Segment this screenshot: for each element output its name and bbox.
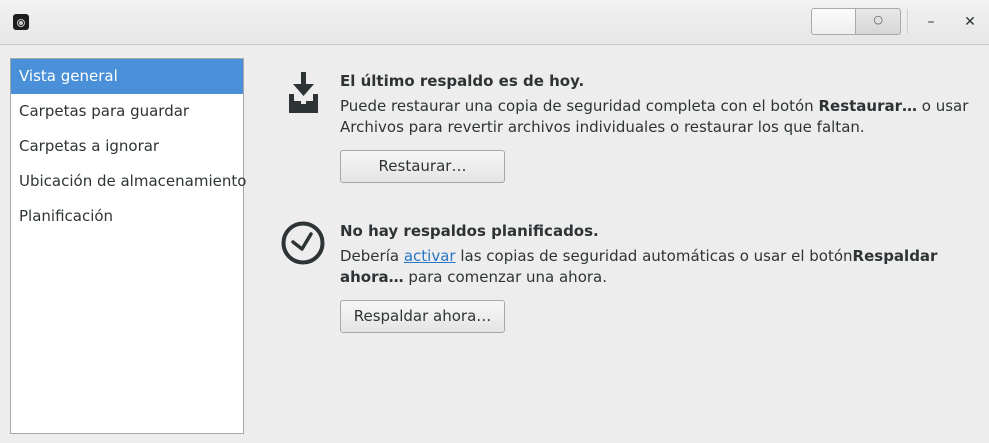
backup-now-button[interactable]: Respaldar ahora…	[340, 300, 505, 333]
header-separator	[907, 9, 908, 34]
minimize-icon: –	[927, 14, 935, 30]
schedule-title: No hay respaldos planificados.	[340, 222, 599, 240]
header-bar: ○ – ✕	[0, 0, 989, 45]
app-icon	[13, 14, 29, 30]
restore-button[interactable]: Restaurar…	[340, 150, 505, 183]
restore-desc-text: Puede restaurar una copia de seguridad c…	[340, 97, 819, 115]
sidebar-item-scheduling[interactable]: Planificación	[11, 199, 243, 234]
download-to-tray-icon	[289, 72, 318, 113]
restore-description: Puede restaurar una copia de seguridad c…	[340, 96, 980, 138]
sidebar-item-folders-to-save[interactable]: Carpetas para guardar	[11, 94, 243, 129]
backup-toggle-switch[interactable]: ○	[811, 8, 901, 35]
sidebar-item-overview[interactable]: Vista general	[11, 59, 243, 94]
sidebar-item-storage-location[interactable]: Ubicación de almacenamiento	[11, 164, 246, 199]
minimize-button[interactable]: –	[921, 12, 941, 32]
switch-off-indicator: ○	[873, 13, 883, 26]
close-icon: ✕	[964, 14, 976, 30]
clock-icon	[281, 221, 325, 265]
sidebar-item-folders-to-ignore[interactable]: Carpetas a ignorar	[11, 129, 243, 164]
switch-slider[interactable]	[812, 9, 856, 34]
restore-title: El último respaldo es de hoy.	[340, 72, 585, 90]
schedule-desc-text-2: las copias de seguridad automáticas o us…	[455, 247, 853, 265]
schedule-desc-text: Debería	[340, 247, 404, 265]
sidebar: Vista general Carpetas para guardar Carp…	[10, 58, 246, 434]
close-button[interactable]: ✕	[960, 12, 980, 32]
activate-link[interactable]: activar	[404, 247, 456, 265]
schedule-desc-text-3: para comenzar una ahora.	[403, 268, 607, 286]
restore-desc-bold: Restaurar…	[818, 97, 918, 115]
schedule-description: Debería activar las copias de seguridad …	[340, 246, 980, 288]
